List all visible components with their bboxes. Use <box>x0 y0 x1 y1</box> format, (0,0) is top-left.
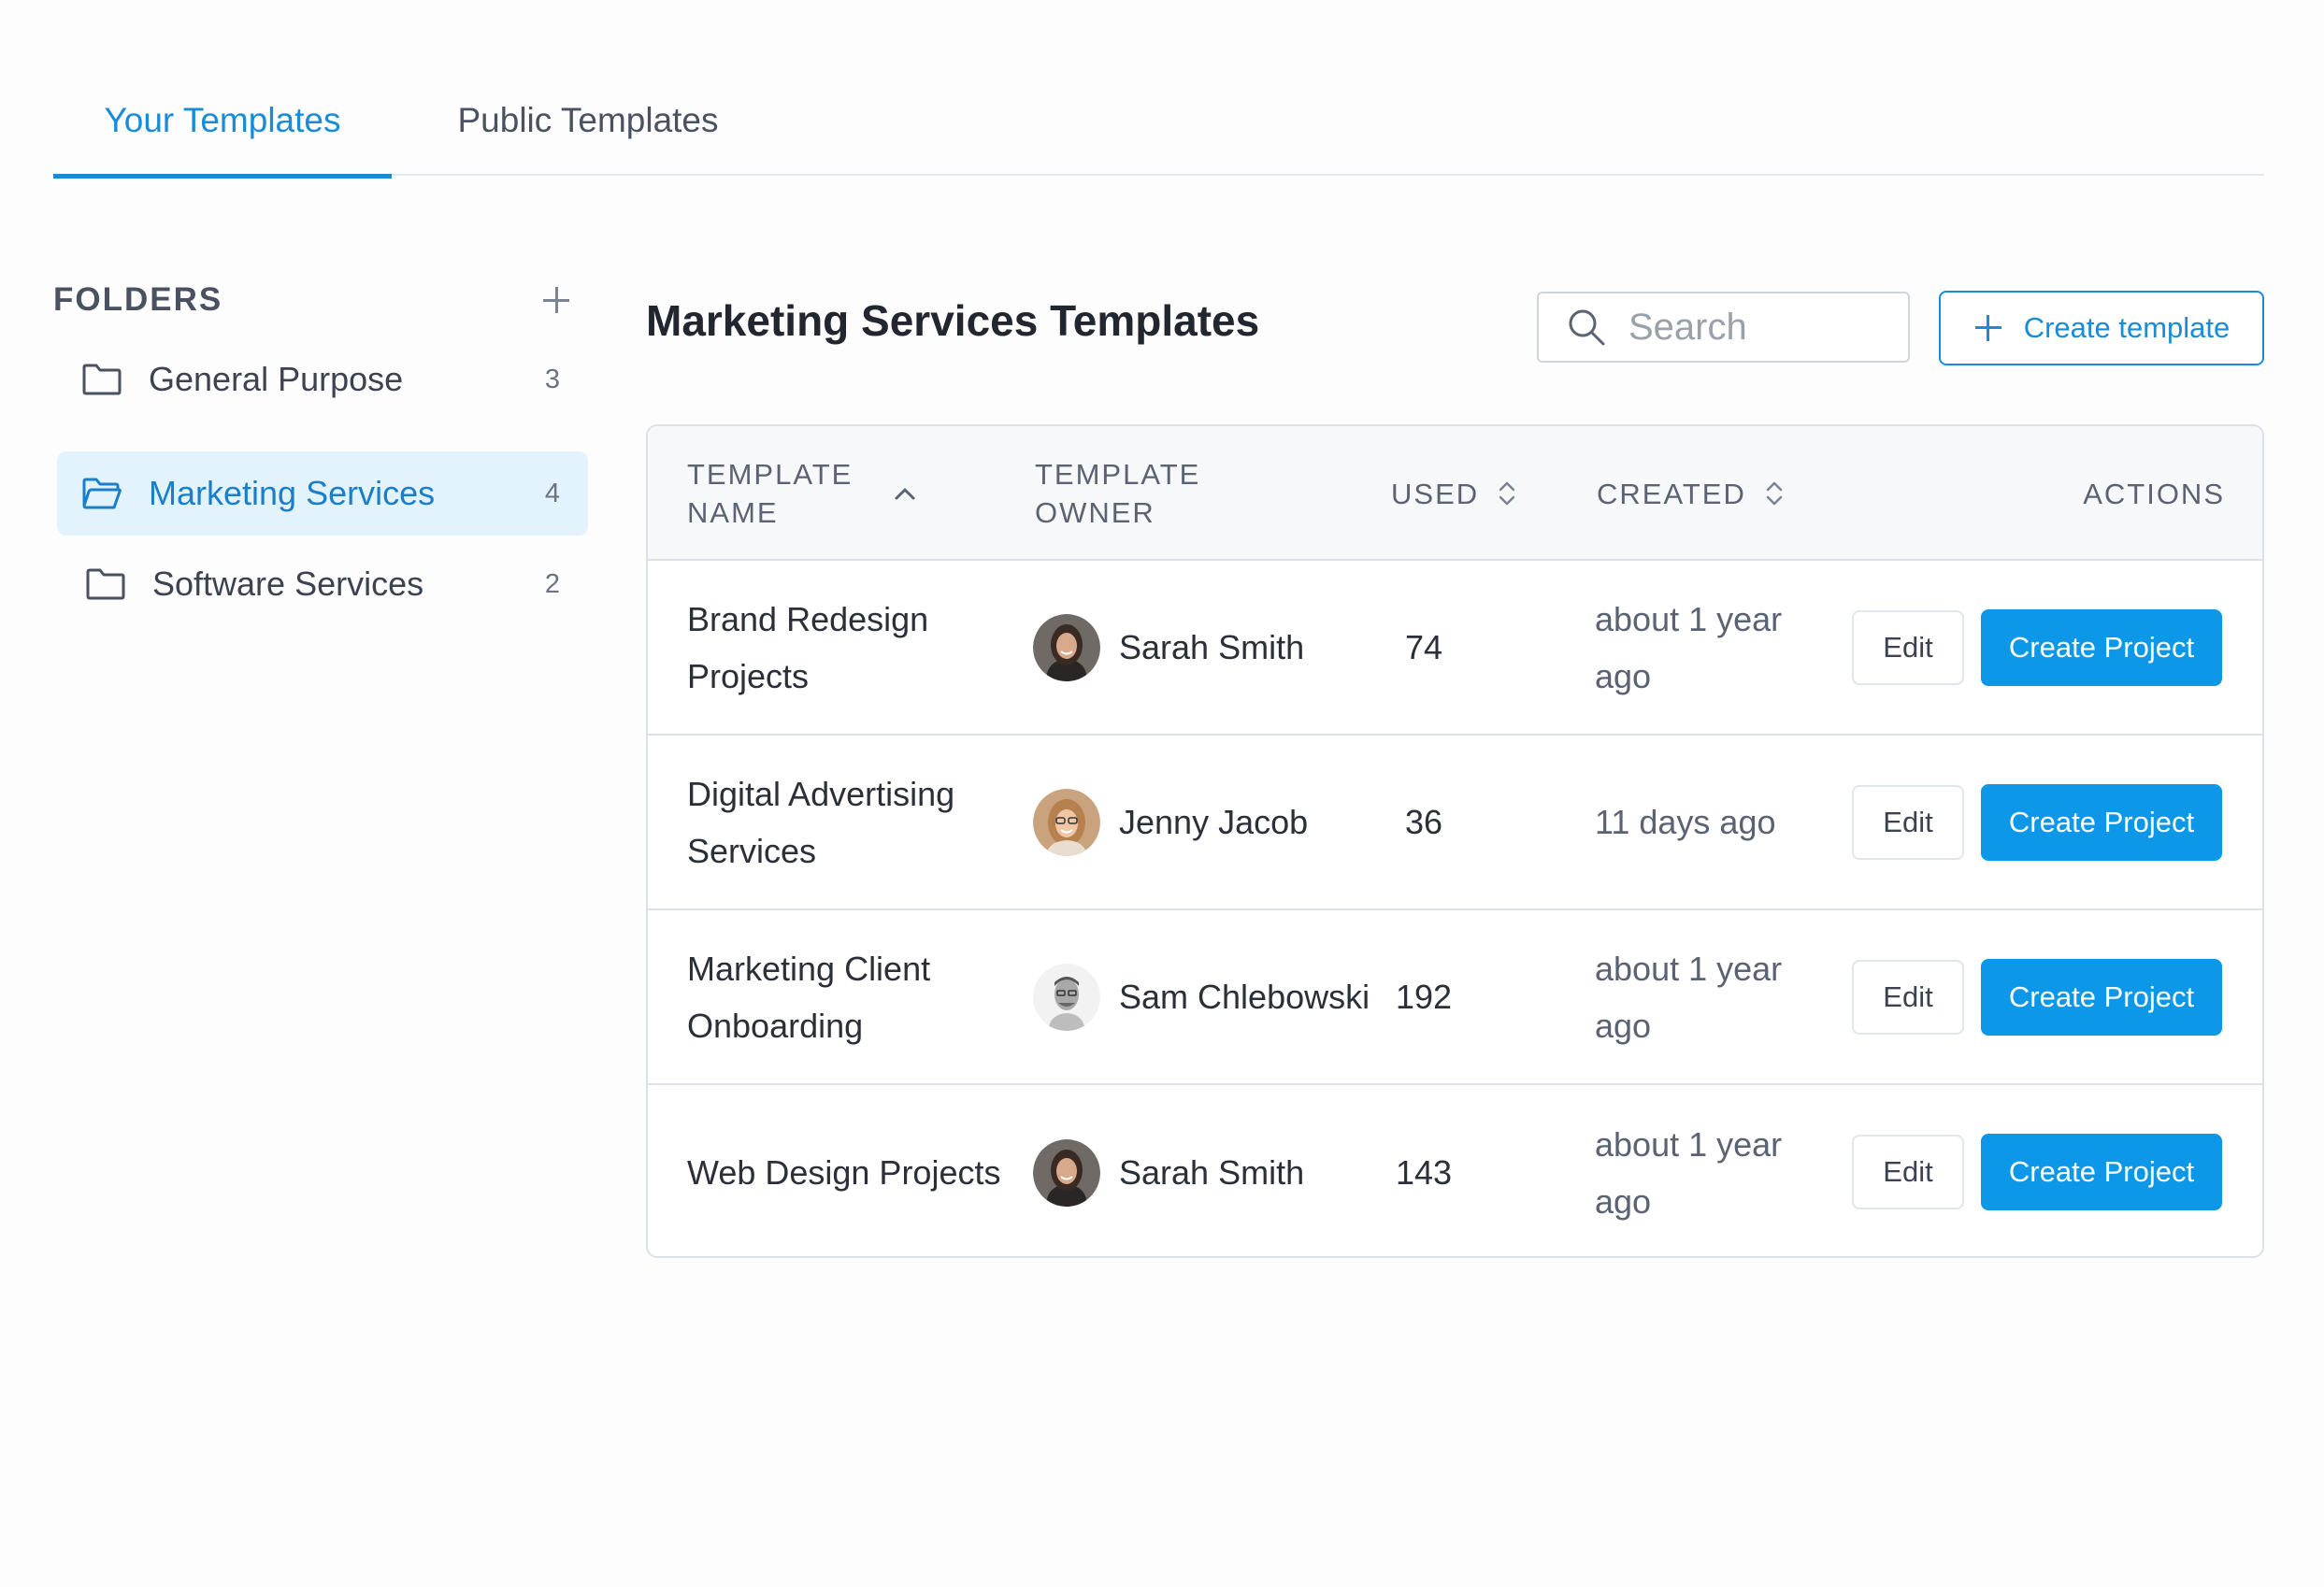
header-label: TEMPLATE NAME <box>687 455 853 532</box>
template-owner: Jenny Jacob <box>1033 736 1379 908</box>
tab-label: Your Templates <box>104 101 341 139</box>
owner-name: Jenny Jacob <box>1119 803 1309 841</box>
folder-count: 4 <box>544 478 560 508</box>
used-count: 74 <box>1404 628 1443 666</box>
column-header-template-name[interactable]: TEMPLATE NAME <box>687 426 968 561</box>
template-name[interactable]: Brand Redesign Projects <box>687 561 1005 734</box>
create-project-button[interactable]: Create Project <box>1981 1134 2222 1210</box>
header-label-line: NAME <box>687 496 779 529</box>
folder-icon <box>86 568 125 600</box>
folder-label: Marketing Services <box>149 474 436 512</box>
sidebar-item-software-services[interactable]: Software Services 2 <box>57 542 588 626</box>
edit-button[interactable]: Edit <box>1852 785 1964 860</box>
avatar <box>1033 788 1100 856</box>
owner-name: Sarah Smith <box>1119 1153 1305 1192</box>
table-header: TEMPLATE NAME TEMPLATE OWNER USED CREATE… <box>648 426 2262 561</box>
created-date: about 1 year ago <box>1595 1124 1783 1221</box>
tab-public-templates[interactable]: Public Templates <box>440 65 736 176</box>
edit-button[interactable]: Edit <box>1852 1135 1964 1209</box>
open-folder-icon <box>82 478 122 509</box>
folder-label: General Purpose <box>149 360 404 398</box>
avatar <box>1033 963 1100 1031</box>
column-header-template-owner: TEMPLATE OWNER <box>1035 426 1259 561</box>
create-template-label: Create template <box>2023 311 2231 344</box>
header-label: TEMPLATE OWNER <box>1035 455 1200 532</box>
folder-icon <box>82 364 122 395</box>
folders-header: FOLDERS <box>53 277 579 323</box>
owner-name: Sam Chlebowski <box>1119 978 1370 1016</box>
edit-button[interactable]: Edit <box>1852 960 1964 1035</box>
create-template-button[interactable]: Create template <box>1939 291 2264 365</box>
table-row: Web Design Projects Sarah Smith 143 abou… <box>648 1085 2262 1256</box>
edit-button[interactable]: Edit <box>1852 610 1964 685</box>
templates-table: TEMPLATE NAME TEMPLATE OWNER USED CREATE… <box>646 424 2264 1258</box>
templates-page: Your Templates Public Templates FOLDERS … <box>0 0 2324 1587</box>
avatar <box>1033 1138 1100 1207</box>
search-box[interactable] <box>1537 292 1910 363</box>
table-row: Marketing Client Onboarding Sam Chlebows… <box>648 910 2262 1085</box>
folder-count: 2 <box>544 568 560 599</box>
template-owner: Sarah Smith <box>1033 561 1379 734</box>
create-project-button[interactable]: Create Project <box>1981 784 2222 861</box>
template-owner: Sam Chlebowski <box>1033 910 1379 1083</box>
header-label-line: TEMPLATE <box>1035 458 1201 491</box>
template-name[interactable]: Marketing Client Onboarding <box>687 910 1005 1083</box>
header-label: USED <box>1391 477 1480 510</box>
search-input[interactable] <box>1628 306 1890 349</box>
plus-icon <box>1973 313 2003 343</box>
avatar <box>1033 613 1100 681</box>
used-count: 36 <box>1404 803 1443 841</box>
tab-label: Public Templates <box>457 101 719 139</box>
tab-your-templates[interactable]: Your Templates <box>53 65 392 179</box>
folder-label: Software Services <box>152 565 424 603</box>
used-count: 192 <box>1395 978 1453 1016</box>
page-title: Marketing Services Templates <box>646 296 1260 345</box>
column-header-used[interactable]: USED <box>1391 426 1516 561</box>
sidebar-item-marketing-services[interactable]: Marketing Services 4 <box>57 451 588 536</box>
sidebar-item-general-purpose[interactable]: General Purpose 3 <box>57 337 588 422</box>
created-date: about 1 year ago <box>1595 949 1783 1045</box>
owner-name: Sarah Smith <box>1119 628 1305 666</box>
column-header-created[interactable]: CREATED <box>1597 426 1784 561</box>
sort-icon <box>1499 481 1515 506</box>
template-name[interactable]: Web Design Projects <box>687 1085 1005 1256</box>
table-row: Digital Advertising Services Jenny Jacob… <box>648 736 2262 910</box>
template-name[interactable]: Digital Advertising Services <box>687 736 1005 908</box>
created-date: 11 days ago <box>1595 803 1776 841</box>
header-label-line: TEMPLATE <box>687 458 854 491</box>
folders-title: FOLDERS <box>53 281 223 318</box>
add-folder-plus-icon[interactable] <box>538 281 575 319</box>
sort-ascending-icon <box>895 488 915 500</box>
tab-bar: Your Templates Public Templates <box>53 65 2264 179</box>
create-project-button[interactable]: Create Project <box>1981 609 2222 686</box>
header-label: CREATED <box>1597 477 1746 510</box>
create-project-button[interactable]: Create Project <box>1981 959 2222 1036</box>
header-label-line: OWNER <box>1035 496 1155 529</box>
table-row: Brand Redesign Projects Sarah Smith 74 a… <box>648 561 2262 736</box>
used-count: 143 <box>1395 1153 1453 1192</box>
template-owner: Sarah Smith <box>1033 1085 1379 1256</box>
search-icon <box>1569 309 1605 346</box>
column-header-actions: ACTIONS <box>2083 477 2225 510</box>
folder-count: 3 <box>544 364 560 394</box>
created-date: about 1 year ago <box>1595 599 1783 695</box>
sort-icon <box>1766 481 1783 506</box>
